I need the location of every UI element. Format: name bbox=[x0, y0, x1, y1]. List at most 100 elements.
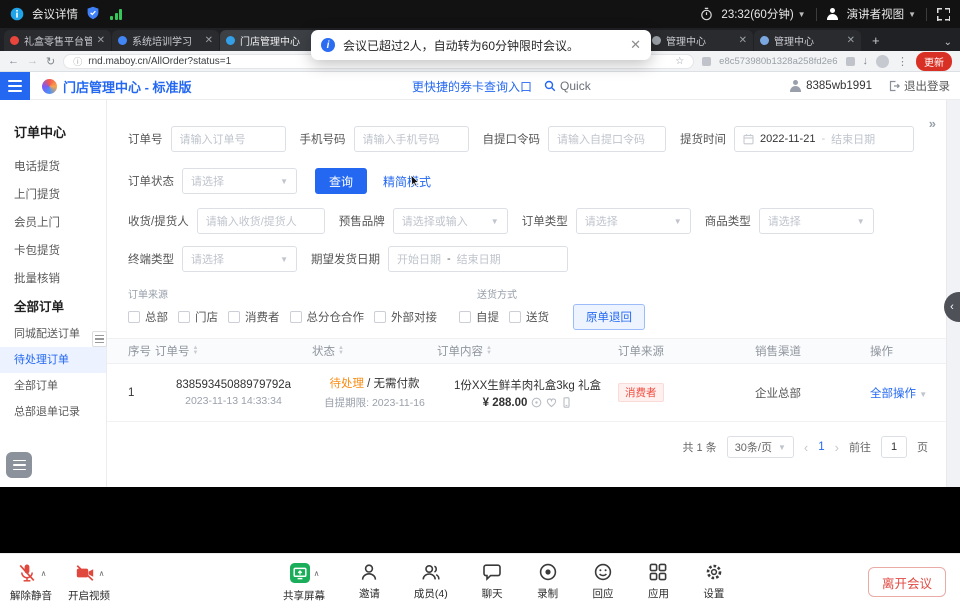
checkbox-source-external[interactable]: 外部对接 bbox=[374, 309, 437, 325]
current-user[interactable]: 8385wb1991 bbox=[789, 80, 872, 92]
checkbox-ship-delivery[interactable]: 送货 bbox=[509, 309, 549, 325]
prev-page-icon[interactable]: ‹ bbox=[804, 440, 808, 455]
simple-mode-link[interactable]: 精简模式 bbox=[383, 173, 431, 190]
coupon-query-link[interactable]: 更快捷的券卡查询入口 bbox=[412, 78, 532, 95]
video-options-caret[interactable]: ∧ bbox=[99, 569, 105, 578]
checkbox-source-warehouse[interactable]: 总分仓合作 bbox=[290, 309, 365, 325]
sidebar-item-hq-refund-records[interactable]: 总部退单记录 bbox=[0, 399, 106, 425]
settings-button[interactable]: 设置 bbox=[703, 561, 725, 603]
phone-input[interactable]: 请输入手机号码 bbox=[354, 126, 469, 152]
sidebar-item-batch-verify[interactable]: 批量核销 bbox=[0, 265, 106, 293]
tab-close-icon[interactable]: ✕ bbox=[847, 35, 855, 46]
sidebar-item-all-orders[interactable]: 全部订单 bbox=[0, 373, 106, 399]
sidebar-group-all-orders[interactable]: 全部订单 bbox=[0, 293, 106, 321]
site-info-icon[interactable]: ⓘ bbox=[73, 55, 82, 68]
order-number[interactable]: 83859345088979792a bbox=[176, 379, 291, 391]
tab-close-icon[interactable]: ✕ bbox=[205, 35, 213, 46]
react-button[interactable]: 回应 bbox=[592, 561, 614, 603]
pickup-code-input[interactable]: 请输入自提口令码 bbox=[548, 126, 666, 152]
meeting-info-icon[interactable] bbox=[10, 7, 24, 21]
col-status[interactable]: 状态▲▼ bbox=[312, 343, 344, 359]
sidebar-item-city-delivery-orders[interactable]: 同城配送订单 bbox=[0, 321, 106, 347]
checkbox-source-consumer[interactable]: 消费者 bbox=[228, 309, 280, 325]
timer-caret-icon[interactable]: ▼ bbox=[798, 10, 806, 19]
col-index: 序号 bbox=[128, 343, 151, 359]
sidebar-item-door-pickup[interactable]: 上门提货 bbox=[0, 181, 106, 209]
floating-list-widget[interactable] bbox=[6, 452, 32, 478]
view-caret-icon[interactable]: ▼ bbox=[908, 10, 916, 19]
goods-type-select[interactable]: 请选择▼ bbox=[759, 208, 874, 234]
extension-icon[interactable] bbox=[702, 57, 711, 66]
original-order-return-button[interactable]: 原单退回 bbox=[573, 304, 645, 330]
chevron-down-icon: ▼ bbox=[674, 217, 682, 226]
extension-icon-2[interactable] bbox=[846, 57, 855, 66]
browser-tab-2[interactable]: 系统培训学习 ✕ bbox=[112, 30, 219, 51]
bookmark-star-icon[interactable]: ☆ bbox=[675, 56, 684, 67]
banner-close-icon[interactable]: ✕ bbox=[630, 37, 641, 53]
fullscreen-icon[interactable] bbox=[937, 8, 950, 21]
new-tab-button[interactable]: + bbox=[872, 33, 880, 48]
members-button[interactable]: 成员(4) bbox=[414, 561, 448, 603]
collapse-panel-icon[interactable]: » bbox=[929, 116, 936, 131]
browser-menu-icon[interactable]: ⋮ bbox=[897, 55, 908, 68]
sort-icon[interactable]: ▲▼ bbox=[193, 346, 199, 356]
terminal-type-select[interactable]: 请选择▼ bbox=[182, 246, 297, 272]
chrome-update-button[interactable]: 更新 bbox=[916, 52, 952, 71]
status-badge: 待处理 bbox=[329, 378, 364, 390]
share-options-caret[interactable]: ∧ bbox=[314, 569, 320, 578]
apps-button[interactable]: 应用 bbox=[647, 561, 669, 603]
download-icon[interactable]: ↓ bbox=[863, 55, 869, 67]
invite-button[interactable]: 邀请 bbox=[358, 561, 380, 603]
goto-page-input[interactable]: 1 bbox=[881, 436, 907, 458]
checkbox-source-store[interactable]: 门店 bbox=[178, 309, 218, 325]
checkbox-label: 送货 bbox=[526, 309, 549, 325]
current-page[interactable]: 1 bbox=[818, 441, 824, 453]
quick-search[interactable]: Quick bbox=[544, 79, 591, 93]
tab-close-icon[interactable]: ✕ bbox=[97, 35, 105, 46]
order-type-select[interactable]: 请选择▼ bbox=[576, 208, 691, 234]
query-button[interactable]: 查询 bbox=[315, 168, 367, 194]
receiver-input[interactable]: 请输入收货/提货人 bbox=[197, 208, 325, 234]
meeting-detail-label[interactable]: 会议详情 bbox=[32, 6, 78, 22]
menu-toggle-button[interactable] bbox=[0, 72, 30, 100]
expect-ship-date-range[interactable]: 开始日期 - 结束日期 bbox=[388, 246, 568, 272]
next-page-icon[interactable]: › bbox=[835, 440, 839, 455]
browser-tab-1[interactable]: 礼盒零售平台管理中心 ✕ bbox=[4, 30, 111, 51]
sidebar-item-card-pickup[interactable]: 卡包提货 bbox=[0, 237, 106, 265]
start-video-button[interactable]: ∧ 开启视频 bbox=[68, 561, 110, 603]
reload-icon[interactable]: ↻ bbox=[46, 55, 55, 68]
profile-avatar[interactable] bbox=[876, 55, 889, 68]
browser-tab-5[interactable]: 管理中心 ✕ bbox=[754, 30, 861, 51]
view-mode-label[interactable]: 演讲者视图 bbox=[847, 6, 905, 22]
browser-tab-4[interactable]: 管理中心 ✕ bbox=[646, 30, 753, 51]
pickup-time-range[interactable]: 2022-11-21 - 结束日期 bbox=[734, 126, 914, 152]
order-no-input[interactable]: 请输入订单号 bbox=[171, 126, 286, 152]
security-shield-icon[interactable] bbox=[86, 6, 100, 23]
sidebar-item-member-visit[interactable]: 会员上门 bbox=[0, 209, 106, 237]
sort-icon[interactable]: ▲▼ bbox=[338, 346, 344, 356]
forward-icon[interactable]: → bbox=[27, 55, 38, 67]
table-row[interactable]: 1 83859345088979792a 2023-11-13 14:33:34… bbox=[107, 364, 960, 422]
back-icon[interactable]: ← bbox=[8, 55, 19, 67]
checkbox-source-hq[interactable]: 总部 bbox=[128, 309, 168, 325]
logout-button[interactable]: 退出登录 bbox=[888, 78, 950, 94]
leave-meeting-button[interactable]: 离开会议 bbox=[868, 567, 946, 597]
record-button[interactable]: 录制 bbox=[537, 561, 559, 603]
checkbox-ship-selfpickup[interactable]: 自提 bbox=[459, 309, 499, 325]
mic-options-caret[interactable]: ∧ bbox=[41, 569, 47, 578]
tab-close-icon[interactable]: ✕ bbox=[739, 35, 747, 46]
sidebar-drag-handle[interactable] bbox=[92, 331, 107, 347]
unmute-button[interactable]: ∧ 解除静音 bbox=[10, 561, 52, 603]
presale-brand-select[interactable]: 请选择或输入▼ bbox=[393, 208, 508, 234]
row-action-dropdown[interactable]: 全部操作 ▼ bbox=[870, 385, 927, 401]
sidebar-item-phone-pickup[interactable]: 电话提货 bbox=[0, 153, 106, 181]
page-size-select[interactable]: 30条/页▼ bbox=[727, 436, 794, 458]
sidebar-item-pending-orders[interactable]: 待处理订单 bbox=[0, 347, 106, 373]
col-content[interactable]: 订单内容▲▼ bbox=[437, 343, 492, 359]
tab-list-chevron-icon[interactable]: ⌄ bbox=[944, 37, 952, 48]
order-status-select[interactable]: 请选择▼ bbox=[182, 168, 297, 194]
sort-icon[interactable]: ▲▼ bbox=[486, 346, 492, 356]
share-screen-button[interactable]: ∧ 共享屏幕 bbox=[283, 561, 325, 603]
col-order-no[interactable]: 订单号▲▼ bbox=[155, 343, 198, 359]
chat-button[interactable]: 聊天 bbox=[481, 561, 503, 603]
